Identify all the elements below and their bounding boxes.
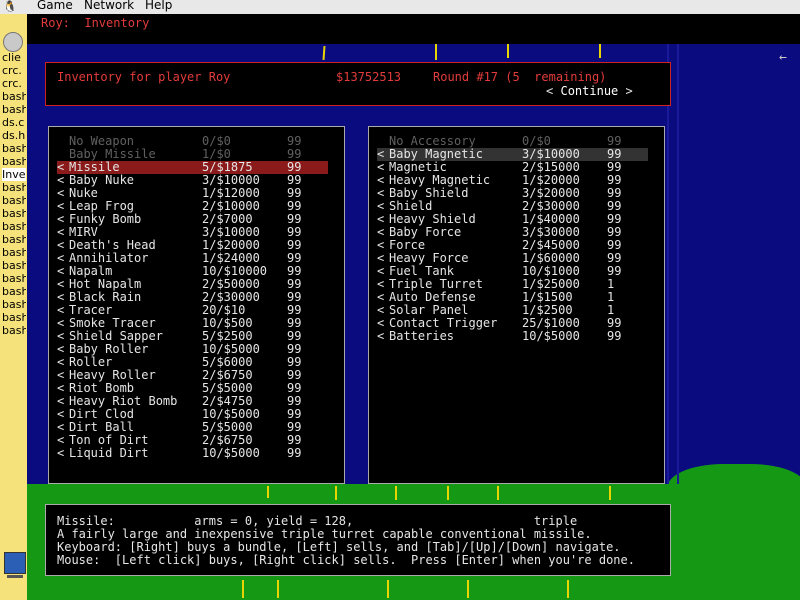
tracer-streak — [277, 580, 279, 598]
weapons-list: No Weapon 0/$0 99 Baby Missile 1/$0 99 < Missil… — [48, 126, 345, 484]
taskbar-item[interactable]: bash — [2, 207, 26, 220]
item-name: Liquid Dirt — [69, 446, 149, 460]
item-quantity: 99 — [287, 446, 302, 460]
item-row[interactable]: < Liquid Dirt 10/$5000 99 — [57, 447, 328, 460]
taskbar-item[interactable]: bash — [2, 155, 26, 168]
tracer-streak — [242, 580, 244, 598]
item-name: Batteries — [389, 329, 455, 343]
taskbar-item[interactable]: bash — [2, 311, 26, 324]
taskbar-item[interactable]: bash — [2, 90, 26, 103]
tracer-streak — [387, 580, 389, 598]
tracer-streak — [497, 486, 499, 500]
taskbar-item[interactable]: bash — [2, 298, 26, 311]
taskbar-item[interactable]: bash — [2, 220, 26, 233]
item-price: 10/$5000 — [522, 329, 580, 343]
tracer-streak — [335, 486, 337, 500]
tracer-streak — [677, 44, 679, 484]
tracer-streak — [567, 580, 569, 598]
terrain-mound — [667, 464, 800, 524]
taskbar-item[interactable]: bash — [2, 285, 26, 298]
taskbar-item[interactable]: ds.h — [2, 129, 26, 142]
back-arrow-icon[interactable]: ← — [779, 50, 787, 65]
tracer-streak — [435, 44, 437, 60]
taskbar-item[interactable]: clie — [2, 51, 26, 64]
round-display: Round #17 (5 remaining) — [433, 70, 607, 84]
tracer-streak — [667, 44, 669, 484]
item-price: 10/$5000 — [202, 446, 260, 460]
taskbar-item[interactable]: bash — [2, 181, 26, 194]
game-window: Roy: Inventory ← Inventory for player Ro… — [27, 14, 800, 600]
chevron-right-icon: > — [625, 84, 633, 98]
tracer-streak — [395, 486, 397, 500]
inventory-header: Inventory for player Roy $13752513 Round… — [45, 62, 671, 106]
tracer-streak — [599, 44, 601, 58]
item-quantity: 99 — [607, 329, 622, 343]
taskbar-item[interactable]: bash — [2, 246, 26, 259]
mouse-help: Mouse: [Left click] buys, [Right click] … — [57, 553, 635, 567]
menu-game[interactable]: Game — [37, 0, 73, 12]
item-row[interactable]: < Batteries 10/$5000 99 — [377, 330, 648, 343]
taskbar: clie crc. crc. bash bash ds.c ds.h bash bash Inve… — [0, 14, 29, 600]
menu-bar: 🐧 Game Network Help — [0, 0, 800, 15]
taskbar-item[interactable]: Inve — [2, 168, 26, 181]
tracer-streak — [447, 486, 449, 500]
tracer-streak — [507, 44, 509, 58]
taskbar-item[interactable]: ds.c — [2, 116, 26, 129]
taskbar-item[interactable]: bash — [2, 103, 26, 116]
continue-label: Continue — [560, 84, 619, 98]
taskbar-item[interactable]: bash — [2, 233, 26, 246]
continue-button[interactable]: < Continue > — [546, 84, 633, 98]
taskbar-menu-button[interactable] — [3, 32, 23, 52]
tracer-streak — [322, 45, 326, 61]
tracer-streak — [267, 486, 269, 498]
accessories-list: No Accessory 0/$0 99 < Baby Magnetic 3/$10000… — [368, 126, 665, 484]
taskbar-item[interactable]: bash — [2, 272, 26, 285]
taskbar-item[interactable]: bash — [2, 142, 26, 155]
breadcrumb-section: Inventory — [84, 16, 150, 30]
menu-network[interactable]: Network — [84, 0, 134, 12]
taskbar-item[interactable]: bash — [2, 194, 26, 207]
computer-icon[interactable] — [4, 552, 26, 578]
tux-icon[interactable]: 🐧 — [3, 0, 17, 14]
chevron-left-icon: < — [546, 84, 554, 98]
taskbar-item[interactable]: crc. — [2, 64, 26, 77]
breadcrumb-player: Roy: — [41, 16, 70, 30]
sell-arrow-icon[interactable]: < — [377, 330, 384, 343]
taskbar-item[interactable]: bash — [2, 324, 26, 337]
breadcrumb: Roy: Inventory — [41, 16, 149, 30]
tracer-streak — [467, 580, 469, 598]
inventory-title: Inventory for player Roy — [57, 70, 231, 84]
sell-arrow-icon[interactable]: < — [57, 447, 64, 460]
taskbar-item[interactable]: crc. — [2, 77, 26, 90]
menu-help[interactable]: Help — [145, 0, 172, 12]
tracer-streak — [609, 486, 611, 500]
money-display: $13752513 — [336, 70, 402, 84]
taskbar-item[interactable]: bash — [2, 259, 26, 272]
item-info-panel: Missile: arms = 0, yield = 128, triple A… — [45, 504, 671, 576]
